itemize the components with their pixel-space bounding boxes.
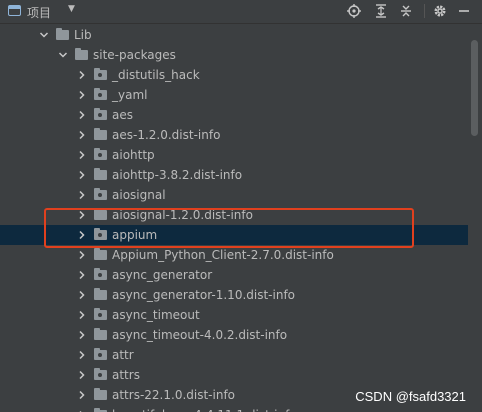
project-tool-window-header: 项目 ▼ bbox=[0, 0, 482, 24]
scrollbar-thumb[interactable] bbox=[471, 40, 478, 136]
tree-row-label: appium bbox=[112, 228, 158, 242]
tree-row[interactable]: _distutils_hack bbox=[0, 65, 468, 85]
chevron-right-icon[interactable] bbox=[76, 109, 88, 121]
expand-all-icon[interactable] bbox=[373, 3, 389, 19]
package-folder-icon bbox=[94, 228, 107, 240]
tree-row-label: attrs bbox=[112, 368, 140, 382]
package-folder-icon bbox=[94, 188, 107, 200]
package-folder-icon bbox=[94, 108, 107, 120]
chevron-right-icon[interactable] bbox=[76, 369, 88, 381]
chevron-right-icon[interactable] bbox=[76, 189, 88, 201]
folder-icon bbox=[94, 208, 107, 220]
tree-row-label: aiohttp-3.8.2.dist-info bbox=[112, 168, 243, 182]
tree-row[interactable]: site-packages bbox=[0, 45, 468, 65]
tree-row[interactable]: async_generator bbox=[0, 265, 468, 285]
tree-row[interactable]: beautifulsoup4-4.11.1.dist-info bbox=[0, 405, 468, 412]
tree-row-label: async_timeout bbox=[112, 308, 200, 322]
folder-icon bbox=[94, 288, 107, 300]
tree-row-label: async_generator-1.10.dist-info bbox=[112, 288, 296, 302]
folder-icon bbox=[75, 48, 88, 60]
tree-row[interactable]: aes bbox=[0, 105, 468, 125]
package-folder-icon bbox=[94, 368, 107, 380]
tree-row-label: attr bbox=[112, 348, 134, 362]
collapse-all-icon[interactable] bbox=[398, 3, 414, 19]
chevron-right-icon[interactable] bbox=[76, 129, 88, 141]
chevron-right-icon[interactable] bbox=[76, 249, 88, 261]
tree-row[interactable]: async_timeout bbox=[0, 305, 468, 325]
tree-row[interactable]: aes-1.2.0.dist-info bbox=[0, 125, 468, 145]
tree-row-label: Appium_Python_Client-2.7.0.dist-info bbox=[112, 248, 334, 262]
tree-row-label: aiosignal bbox=[112, 188, 166, 202]
chevron-right-icon[interactable] bbox=[76, 69, 88, 81]
chevron-right-icon[interactable] bbox=[76, 289, 88, 301]
chevron-down-icon[interactable] bbox=[57, 49, 69, 61]
project-icon bbox=[8, 5, 21, 16]
gear-icon[interactable] bbox=[432, 3, 448, 19]
tree-row[interactable]: attrs bbox=[0, 365, 468, 385]
chevron-right-icon[interactable] bbox=[76, 229, 88, 241]
tree-row[interactable]: async_timeout-4.0.2.dist-info bbox=[0, 325, 468, 345]
package-folder-icon bbox=[94, 268, 107, 280]
watermark: CSDN @fsafd3321 bbox=[355, 389, 466, 404]
tree-row[interactable]: aiosignal bbox=[0, 185, 468, 205]
tree-row-label: aes-1.2.0.dist-info bbox=[112, 128, 221, 142]
package-folder-icon bbox=[94, 88, 107, 100]
tree-row[interactable]: aiohttp bbox=[0, 145, 468, 165]
chevron-right-icon[interactable] bbox=[76, 329, 88, 341]
vertical-scrollbar[interactable] bbox=[468, 24, 482, 412]
folder-icon bbox=[94, 128, 107, 140]
folder-icon bbox=[94, 328, 107, 340]
package-folder-icon bbox=[94, 348, 107, 360]
folder-icon bbox=[94, 248, 107, 260]
chevron-right-icon[interactable] bbox=[76, 209, 88, 221]
project-tree[interactable]: Lib site-packages _distutils_hack _yamlaes a… bbox=[0, 24, 468, 412]
tree-row-label: async_generator bbox=[112, 268, 213, 282]
tree-row[interactable]: attr bbox=[0, 345, 468, 365]
tree-row[interactable]: async_generator-1.10.dist-info bbox=[0, 285, 468, 305]
package-folder-icon bbox=[94, 68, 107, 80]
tree-row-label: attrs-22.1.0.dist-info bbox=[112, 388, 236, 402]
tree-row-label: aes bbox=[112, 108, 133, 122]
chevron-right-icon[interactable] bbox=[76, 169, 88, 181]
chevron-right-icon[interactable] bbox=[76, 349, 88, 361]
tree-row[interactable]: aiosignal-1.2.0.dist-info bbox=[0, 205, 468, 225]
chevron-down-icon[interactable] bbox=[38, 29, 50, 41]
tree-row-label: site-packages bbox=[93, 48, 176, 62]
toolbar-separator bbox=[424, 4, 425, 18]
chevron-right-icon[interactable] bbox=[76, 89, 88, 101]
tree-row-label: aiosignal-1.2.0.dist-info bbox=[112, 208, 253, 222]
chevron-right-icon[interactable] bbox=[76, 309, 88, 321]
tree-row-label: beautifulsoup4-4.11.1.dist-info bbox=[112, 408, 297, 412]
tree-row-label: _distutils_hack bbox=[112, 68, 200, 82]
folder-icon bbox=[94, 168, 107, 180]
folder-icon bbox=[56, 28, 69, 40]
chevron-down-icon[interactable]: ▼ bbox=[68, 4, 75, 14]
minimize-icon[interactable] bbox=[456, 3, 472, 19]
tool-window-title[interactable]: 项目 bbox=[27, 4, 51, 21]
chevron-right-icon[interactable] bbox=[76, 389, 88, 401]
tree-row-label: aiohttp bbox=[112, 148, 155, 162]
tree-row[interactable]: Appium_Python_Client-2.7.0.dist-info bbox=[0, 245, 468, 265]
tree-row-label: async_timeout-4.0.2.dist-info bbox=[112, 328, 288, 342]
tree-row[interactable]: appium bbox=[0, 225, 468, 245]
package-folder-icon bbox=[94, 308, 107, 320]
chevron-right-icon[interactable] bbox=[76, 269, 88, 281]
crosshair-icon[interactable] bbox=[346, 3, 362, 19]
folder-icon bbox=[94, 388, 107, 400]
package-folder-icon bbox=[94, 148, 107, 160]
tree-row-label: Lib bbox=[74, 28, 92, 42]
tree-row[interactable]: Lib bbox=[0, 25, 468, 45]
tree-row[interactable]: _yaml bbox=[0, 85, 468, 105]
chevron-right-icon[interactable] bbox=[76, 149, 88, 161]
tree-row-label: _yaml bbox=[112, 88, 148, 102]
tree-row[interactable]: aiohttp-3.8.2.dist-info bbox=[0, 165, 468, 185]
